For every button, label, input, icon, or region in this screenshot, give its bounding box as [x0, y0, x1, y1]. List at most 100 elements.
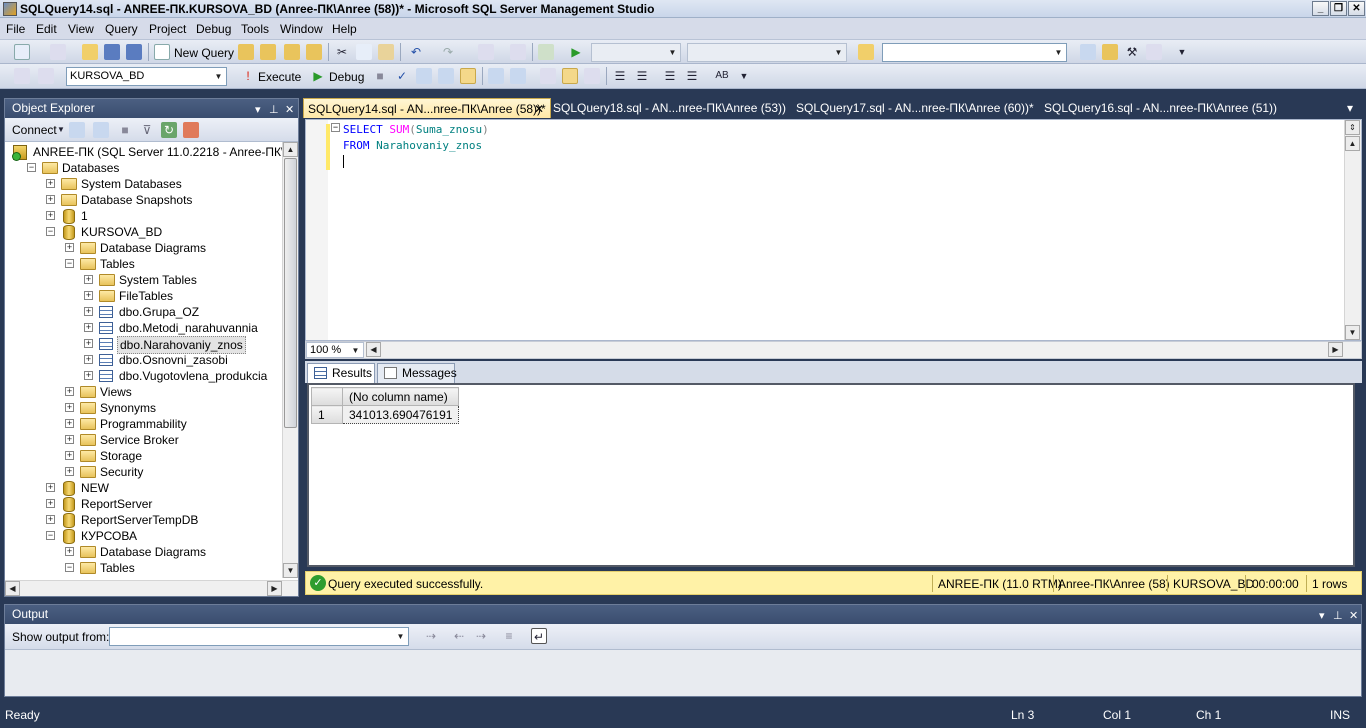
undo-icon[interactable]: ↶	[408, 44, 424, 60]
new-query-button[interactable]: New Query	[174, 46, 234, 60]
word-wrap-icon[interactable]: ↵	[531, 628, 547, 644]
code-line-1[interactable]: SELECT SUM(Suma_znosu)	[343, 123, 489, 136]
scroll-right-icon[interactable]: ▶	[1328, 342, 1343, 357]
mdx-query-icon[interactable]	[284, 44, 300, 60]
tab-messages[interactable]: Messages	[377, 363, 457, 383]
menu-view[interactable]: View	[68, 22, 94, 36]
db-engine-query-icon[interactable]	[238, 44, 254, 60]
execute-icon[interactable]: !	[240, 68, 256, 84]
debug-icon[interactable]: ▶	[310, 68, 326, 84]
tree-node[interactable]: + NEW	[5, 480, 282, 496]
expand-icon[interactable]: +	[84, 339, 93, 348]
object-explorer-icon[interactable]	[1102, 44, 1118, 60]
estimated-plan-icon[interactable]	[416, 68, 432, 84]
collapse-all-icon[interactable]	[183, 122, 199, 138]
tree-node[interactable]: + dbo.Osnovni_zasobi	[5, 352, 282, 368]
tree-node[interactable]: + Storage	[5, 448, 282, 464]
actual-plan-icon[interactable]	[488, 68, 504, 84]
comment-icon[interactable]: ☰	[612, 68, 628, 84]
menu-edit[interactable]: Edit	[36, 22, 57, 36]
open-file-icon[interactable]	[82, 44, 98, 60]
decrease-indent-icon[interactable]: ☰	[662, 68, 678, 84]
results-to-grid-icon[interactable]	[460, 68, 476, 84]
collapse-icon[interactable]: −	[65, 563, 74, 572]
expand-icon[interactable]: +	[65, 243, 74, 252]
scroll-left-icon[interactable]: ◀	[5, 581, 20, 596]
specify-values-icon[interactable]: AB	[714, 68, 730, 84]
expand-icon[interactable]: +	[84, 355, 93, 364]
expand-icon[interactable]: +	[84, 307, 93, 316]
collapse-icon[interactable]: −	[65, 259, 74, 268]
tree-node[interactable]: + dbo.Grupa_OZ	[5, 304, 282, 320]
navigate-icon[interactable]	[478, 44, 494, 60]
tree-node[interactable]: + ReportServerTempDB	[5, 512, 282, 528]
tree-node[interactable]: − КУРСОВА	[5, 528, 282, 544]
tree-node[interactable]: + Views	[5, 384, 282, 400]
expand-icon[interactable]: +	[65, 547, 74, 556]
tree-node[interactable]: + Database Diagrams	[5, 240, 282, 256]
query-designer-icon[interactable]	[438, 68, 454, 84]
tree-node[interactable]: + Service Broker	[5, 432, 282, 448]
analysis-query-icon[interactable]	[260, 44, 276, 60]
registered-servers-icon[interactable]	[1080, 44, 1096, 60]
expand-icon[interactable]: +	[46, 483, 55, 492]
menu-file[interactable]: File	[6, 22, 25, 36]
scroll-right-icon[interactable]: ▶	[267, 581, 282, 596]
properties-icon[interactable]: ⚒	[1124, 44, 1140, 60]
tree-node[interactable]: +1	[5, 208, 282, 224]
menu-debug[interactable]: Debug	[196, 22, 231, 36]
expand-icon[interactable]: +	[65, 435, 74, 444]
client-stats-icon[interactable]	[510, 68, 526, 84]
menu-window[interactable]: Window	[280, 22, 323, 36]
save-all-icon[interactable]	[126, 44, 142, 60]
expand-icon[interactable]: +	[84, 323, 93, 332]
tab-sqlquery14[interactable]: SQLQuery14.sql - AN...nree-ПК\Anree (58)…	[303, 98, 551, 118]
tree-node[interactable]: + dbo.Narahovaniy_znos	[5, 336, 282, 354]
start-icon[interactable]: ▶	[568, 44, 584, 60]
debug-button[interactable]: Debug	[329, 70, 364, 84]
results-to-text-icon[interactable]	[540, 68, 556, 84]
cut-icon[interactable]: ✂	[334, 44, 350, 60]
expand-icon[interactable]: +	[84, 371, 93, 380]
tree-node[interactable]: − Tables	[5, 256, 282, 272]
new-project-icon[interactable]	[14, 44, 30, 60]
collapse-icon[interactable]: −	[27, 163, 36, 172]
new-query-icon[interactable]	[154, 44, 170, 60]
row-header-corner[interactable]	[311, 387, 343, 406]
tree-node[interactable]: + Programmability	[5, 416, 282, 432]
disconnect-icon[interactable]	[38, 68, 54, 84]
expand-icon[interactable]: +	[46, 195, 55, 204]
connect-icon[interactable]	[14, 68, 30, 84]
increase-indent-icon[interactable]: ☰	[684, 68, 700, 84]
tab-sqlquery18[interactable]: SQLQuery18.sql - AN...nree-ПК\Anree (53)…	[549, 98, 790, 118]
expand-icon[interactable]: +	[65, 403, 74, 412]
xmla-query-icon[interactable]	[306, 44, 322, 60]
minimize-button[interactable]: _	[1312, 1, 1329, 16]
tree-node[interactable]: + Security	[5, 464, 282, 480]
copy-icon[interactable]	[356, 44, 372, 60]
tree-node[interactable]: + Database Snapshots	[5, 192, 282, 208]
activity-icon[interactable]	[538, 44, 554, 60]
scroll-up-icon[interactable]: ▲	[283, 142, 298, 157]
expand-icon[interactable]: +	[46, 499, 55, 508]
menu-help[interactable]: Help	[332, 22, 357, 36]
expand-icon[interactable]: +	[46, 211, 55, 220]
tree-node[interactable]: + System Tables	[5, 272, 282, 288]
zoom-combo[interactable]: 100 % ▼	[306, 342, 364, 358]
close-button[interactable]: ✕	[1348, 1, 1365, 16]
tree-node[interactable]: + Database Diagrams	[5, 544, 282, 560]
code-line-2[interactable]: FROM Narahovaniy_znos	[343, 139, 482, 152]
tree-vertical-scrollbar[interactable]: ▲ ▼	[282, 142, 298, 578]
scroll-left-icon[interactable]: ◀	[366, 342, 381, 357]
output-source-combo[interactable]: ▼	[109, 627, 409, 646]
tree-node[interactable]: + Synonyms	[5, 400, 282, 416]
expand-icon[interactable]: +	[65, 467, 74, 476]
close-icon[interactable]: ✕	[534, 99, 544, 119]
parse-icon[interactable]: ✓	[394, 68, 410, 84]
scroll-down-icon[interactable]: ▼	[1345, 325, 1360, 340]
result-cell[interactable]: 341013.690476191	[341, 405, 460, 424]
screen-icon[interactable]	[510, 44, 526, 60]
add-item-icon[interactable]	[50, 44, 66, 60]
results-grid-icon[interactable]	[562, 68, 578, 84]
tree-node[interactable]: − Tables	[5, 560, 282, 576]
